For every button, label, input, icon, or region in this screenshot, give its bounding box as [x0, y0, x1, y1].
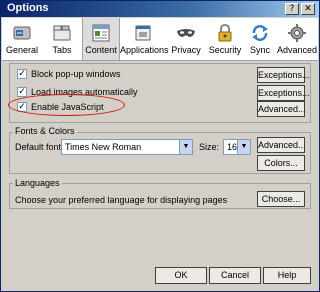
load-images-checkbox[interactable]: ✓ — [17, 87, 27, 97]
tab-tabs[interactable]: Tabs — [42, 18, 82, 60]
languages-description: Choose your preferred language for displ… — [15, 195, 228, 205]
advanced-gear-icon — [288, 24, 306, 42]
javascript-advanced-button[interactable]: Advanced... — [257, 101, 306, 117]
default-font-select[interactable]: Times New Roman ▼ — [61, 139, 193, 155]
tab-security-label: Security — [208, 45, 242, 55]
tab-privacy[interactable]: Privacy — [166, 18, 206, 60]
tab-advanced-label: Advanced — [276, 45, 318, 55]
images-exceptions-button[interactable]: Exceptions... — [257, 85, 310, 101]
chevron-down-icon: ▼ — [179, 140, 192, 154]
tab-general-label: General — [5, 45, 39, 55]
window-title: Options — [7, 2, 49, 14]
tab-content-label: Content — [85, 45, 117, 55]
tab-content[interactable]: Content — [82, 18, 120, 60]
options-toolbar: General Tabs Content Applications Privac… — [2, 18, 318, 61]
security-lock-icon — [218, 23, 232, 42]
applications-icon — [135, 25, 151, 41]
title-bar[interactable]: Options ? ✕ — [1, 1, 319, 17]
tab-general[interactable]: General — [2, 18, 42, 60]
block-popups-label: Block pop-up windows — [31, 69, 121, 79]
fonts-advanced-button[interactable]: Advanced... — [257, 137, 306, 153]
general-switch-icon — [13, 26, 31, 40]
tab-security[interactable]: Security — [206, 18, 244, 60]
ok-button[interactable]: OK — [155, 267, 207, 284]
font-size-select[interactable]: 16 ▼ — [223, 139, 251, 155]
close-title-button[interactable]: ✕ — [301, 3, 315, 15]
block-popups-checkbox[interactable]: ✓ — [17, 69, 27, 79]
tab-privacy-label: Privacy — [171, 45, 201, 55]
tabs-icon — [53, 25, 71, 41]
options-window: Options ? ✕ General Tabs Content Applica… — [0, 0, 320, 292]
font-size-label: Size: — [199, 142, 220, 152]
popups-exceptions-button[interactable]: Exceptions... — [257, 67, 310, 83]
tab-sync[interactable]: Sync — [244, 18, 276, 60]
default-font-label: Default font: — [15, 142, 64, 152]
help-button[interactable]: Help — [263, 267, 311, 284]
privacy-mask-icon — [177, 29, 195, 37]
default-font-value: Times New Roman — [65, 142, 142, 152]
languages-choose-button[interactable]: Choose... — [257, 191, 305, 207]
cancel-button[interactable]: Cancel — [209, 267, 261, 284]
tab-advanced[interactable]: Advanced — [276, 18, 318, 60]
tab-tabs-label: Tabs — [52, 45, 72, 55]
tab-applications[interactable]: Applications — [120, 18, 169, 60]
chevron-down-icon: ▼ — [237, 140, 250, 154]
content-icon — [92, 24, 110, 42]
languages-title: Languages — [13, 178, 62, 188]
help-title-button[interactable]: ? — [285, 3, 299, 15]
highlight-circle — [8, 94, 125, 116]
tab-applications-label: Applications — [120, 45, 169, 55]
sync-icon — [252, 25, 268, 41]
font-size-value: 16 — [227, 142, 238, 152]
fonts-colors-title: Fonts & Colors — [13, 126, 77, 136]
colors-button[interactable]: Colors... — [257, 155, 305, 171]
tab-sync-label: Sync — [249, 45, 270, 55]
